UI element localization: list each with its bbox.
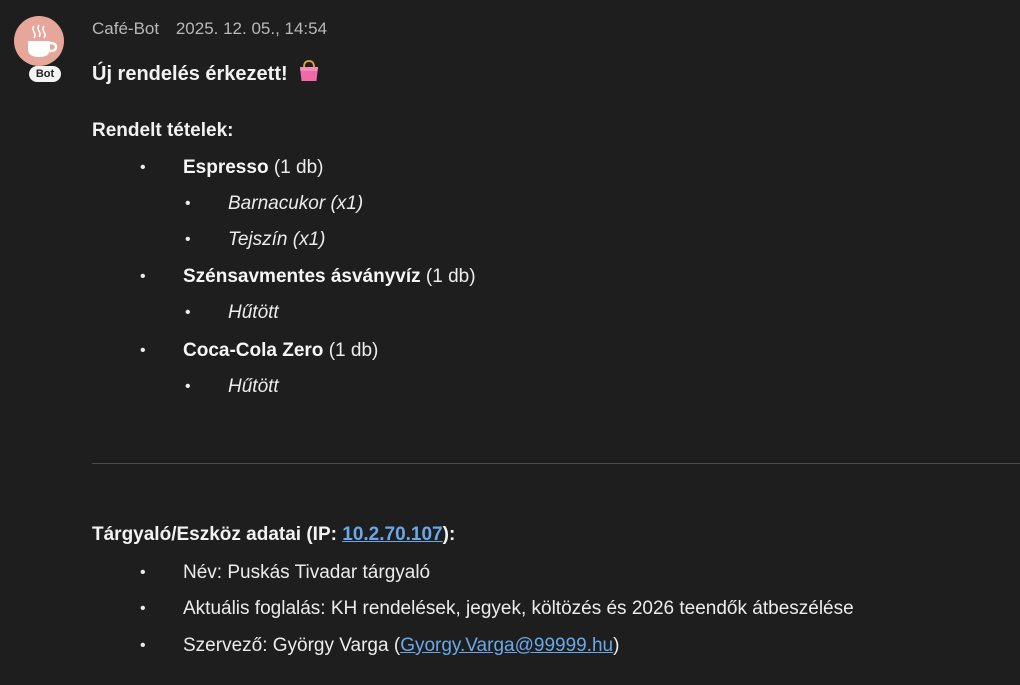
bullet: • [140, 342, 146, 359]
bullet: • [185, 195, 191, 212]
organizer-suffix: ) [613, 635, 620, 656]
message-timestamp: 2025. 12. 05., 14:54 [175, 19, 328, 38]
order-item-option: • Hűtött [185, 301, 279, 325]
bullet: • [185, 231, 191, 248]
bullet: • [140, 600, 146, 617]
order-item-qty: (1 db) [425, 266, 476, 287]
order-item-name: Szénsavmentes ásványvíz [183, 266, 421, 287]
device-booking-line: Aktuális foglalás: KH rendelések, jegyek… [183, 598, 854, 619]
device-detail: • Aktuális foglalás: KH rendelések, jegy… [140, 597, 854, 621]
device-name-line: Név: Puskás Tivadar tárgyaló [183, 562, 431, 583]
order-item-name: Espresso [183, 157, 269, 178]
order-item-option: • Hűtött [185, 375, 279, 399]
bot-badge: Bot [29, 66, 61, 82]
device-heading: Tárgyaló/Eszköz adatai (IP: 10.2.70.107)… [92, 524, 455, 546]
bullet: • [140, 268, 146, 285]
device-heading-prefix: Tárgyaló/Eszköz adatai (IP: [92, 524, 343, 545]
order-item-option: • Barnacukor (x1) [185, 192, 364, 216]
order-item-qty: (1 db) [273, 157, 324, 178]
shopping-bag-icon [297, 59, 321, 89]
sender-name[interactable]: Café-Bot [92, 19, 159, 38]
message-title: Új rendelés érkezett! [92, 59, 321, 89]
device-detail: • Név: Puskás Tivadar tárgyaló [140, 561, 431, 585]
ip-link[interactable]: 10.2.70.107 [342, 524, 442, 545]
message-header: Café-Bot 2025. 12. 05., 14:54 [92, 19, 327, 39]
bullet: • [185, 304, 191, 321]
bullet: • [140, 159, 146, 176]
order-item-option-text: Barnacukor (x1) [228, 193, 364, 214]
coffee-cup-icon [28, 24, 58, 57]
order-item-name: Coca-Cola Zero [183, 340, 324, 361]
bot-avatar[interactable]: Bot [14, 16, 64, 82]
order-item: • Coca-Cola Zero (1 db) [140, 339, 379, 363]
divider [92, 463, 1020, 464]
bullet: • [140, 564, 146, 581]
order-item-qty: (1 db) [328, 340, 379, 361]
bullet: • [185, 378, 191, 395]
order-item-option-text: Hűtött [228, 302, 279, 323]
bullet: • [140, 637, 146, 654]
message-title-text: Új rendelés érkezett! [92, 63, 288, 85]
order-item-option-text: Tejszín (x1) [228, 229, 326, 250]
device-heading-suffix: ): [442, 524, 456, 545]
device-detail: • Szervező: György Varga (Gyorgy.Varga@9… [140, 634, 620, 658]
order-item-option: • Tejszín (x1) [185, 228, 326, 252]
organizer-prefix: Szervező: György Varga ( [183, 635, 401, 656]
organizer-email-link[interactable]: Gyorgy.Varga@99999.hu [400, 635, 613, 656]
order-item: • Espresso (1 db) [140, 156, 324, 180]
order-item-option-text: Hűtött [228, 376, 279, 397]
order-heading: Rendelt tételek: [92, 120, 234, 141]
order-item: • Szénsavmentes ásványvíz (1 db) [140, 265, 476, 289]
chat-message: Bot Café-Bot 2025. 12. 05., 14:54 Új ren… [0, 0, 1020, 685]
